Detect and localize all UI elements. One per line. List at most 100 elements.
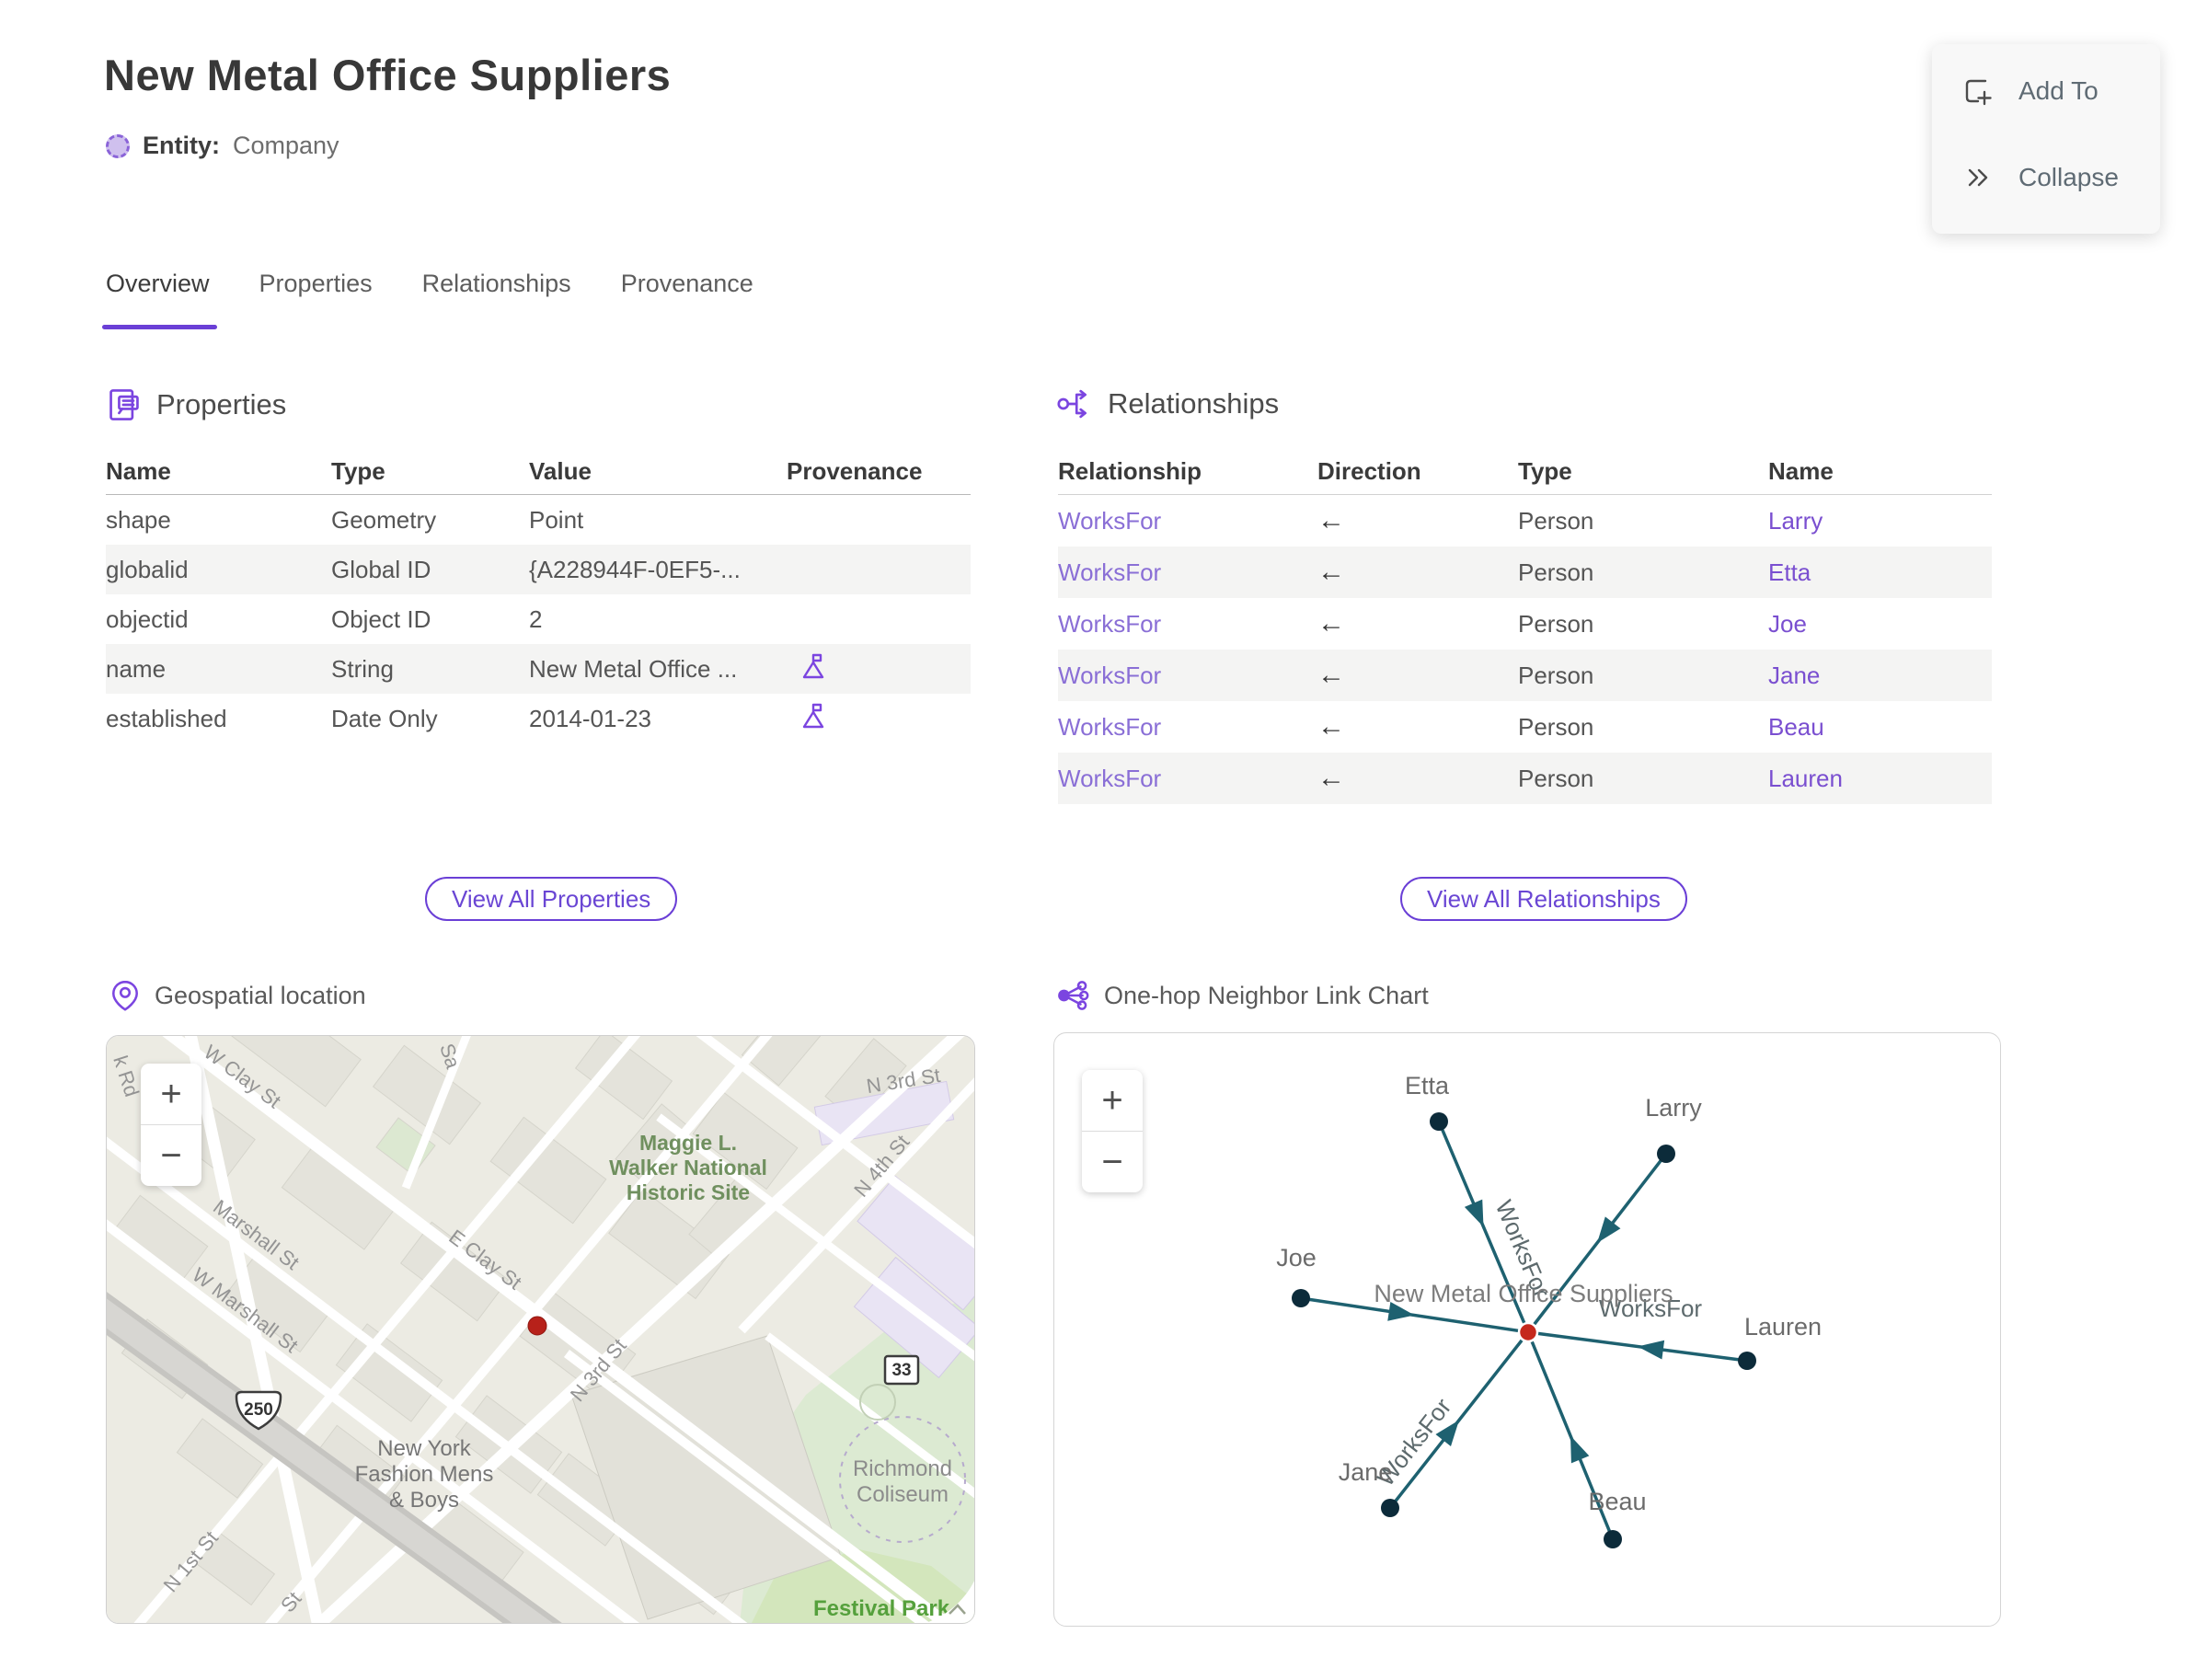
properties-table: Name Type Value Provenance shape Geometr… (106, 448, 971, 743)
center-node-label: New Metal Office Suppliers (1374, 1280, 1673, 1307)
col-header: Provenance (787, 456, 923, 485)
place-label: & Boys (389, 1488, 459, 1513)
tab-provenance[interactable]: Provenance (621, 270, 753, 316)
entity-name-link[interactable]: Joe (1768, 610, 1992, 639)
link-chart-canvas[interactable]: WorksFor WorksFor WorksFor Etta Larry Jo… (1054, 1033, 2001, 1627)
node-larry[interactable] (1657, 1145, 1675, 1163)
node-label-beau: Beau (1588, 1488, 1646, 1515)
tab-overview[interactable]: Overview (102, 270, 217, 329)
node-jane[interactable] (1381, 1499, 1399, 1517)
provenance-flag-icon[interactable] (799, 650, 827, 682)
map-panel: 250 33 k Rd W Clay St Sa Marshall St W M… (106, 1035, 975, 1624)
properties-section-heading: Properties (107, 386, 286, 423)
prop-type: Date Only (331, 704, 438, 732)
relationship-link[interactable]: WorksFor (1058, 610, 1317, 639)
entity-badge-row: Entity: Company (106, 132, 339, 160)
table-row: name String New Metal Office ... (106, 644, 971, 694)
map-route-shield-33: 33 (883, 1354, 920, 1386)
collapse-icon (1968, 168, 1988, 187)
entity-name-link[interactable]: Lauren (1768, 765, 1992, 793)
entity-name-link[interactable]: Beau (1768, 713, 1992, 742)
rel-type: Person (1518, 558, 1594, 586)
tab-properties[interactable]: Properties (259, 270, 373, 316)
place-label: Historic Site (627, 1180, 750, 1204)
entity-type-icon (106, 133, 130, 158)
link-chart-icon (1058, 981, 1089, 1010)
properties-icon (109, 389, 139, 420)
relationship-link[interactable]: WorksFor (1058, 765, 1317, 793)
rel-type: Person (1518, 609, 1594, 638)
map-canvas[interactable]: 250 33 k Rd W Clay St Sa Marshall St W M… (107, 1036, 975, 1624)
place-label: Festival Park (813, 1596, 950, 1621)
table-row: WorksFor ← Person Larry (1058, 495, 1992, 547)
collapse-label: Collapse (2018, 163, 2119, 191)
add-to-button[interactable]: Add To (1960, 74, 2099, 109)
rel-type: Person (1518, 712, 1594, 741)
center-node[interactable] (1517, 1321, 1539, 1343)
direction-arrow: ← (1317, 608, 1345, 639)
relationships-icon (1057, 389, 1087, 419)
node-label-joe: Joe (1276, 1244, 1317, 1272)
entity-name-link[interactable]: Larry (1768, 507, 1992, 535)
col-header: Relationship (1058, 456, 1202, 485)
table-row: WorksFor ← Person Etta (1058, 547, 1992, 598)
linkchart-section-heading: One-hop Neighbor Link Chart (1056, 979, 1429, 1012)
floating-action-panel: Add To Collapse (1932, 44, 2160, 234)
link-chart-panel: WorksFor WorksFor WorksFor Etta Larry Jo… (1053, 1032, 2001, 1627)
relationship-link[interactable]: WorksFor (1058, 558, 1317, 587)
col-header: Name (1768, 456, 1834, 485)
map-zoom-control: + − (141, 1064, 201, 1186)
entity-name-link[interactable]: Etta (1768, 558, 1992, 587)
view-all-properties-button[interactable]: View All Properties (425, 877, 678, 921)
node-joe[interactable] (1292, 1289, 1310, 1307)
node-beau[interactable] (1604, 1530, 1622, 1548)
map-entity-marker[interactable] (527, 1316, 547, 1336)
relationships-heading: Relationships (1108, 387, 1280, 420)
node-etta[interactable] (1430, 1112, 1448, 1131)
col-header: Type (1518, 456, 1572, 485)
relationship-link[interactable]: WorksFor (1058, 713, 1317, 742)
relationships-table-header: Relationship Direction Type Name (1058, 448, 1992, 494)
node-label-larry: Larry (1645, 1094, 1702, 1122)
prop-value: 2014-01-23 (529, 704, 651, 732)
entity-name-link[interactable]: Jane (1768, 662, 1992, 690)
chart-zoom-out-button[interactable]: − (1082, 1131, 1143, 1192)
entity-label: Entity: (143, 132, 220, 159)
tab-relationships[interactable]: Relationships (422, 270, 571, 316)
chart-zoom-in-button[interactable]: + (1082, 1070, 1143, 1131)
relationship-link[interactable]: WorksFor (1058, 662, 1317, 690)
prop-name: established (106, 704, 227, 732)
direction-arrow: ← (1317, 763, 1345, 793)
geospatial-section-heading: Geospatial location (110, 979, 366, 1012)
map-zoom-out-button[interactable]: − (141, 1124, 201, 1186)
collapse-button[interactable]: Collapse (1960, 160, 2119, 195)
col-header: Name (106, 456, 171, 485)
place-label: Coliseum (857, 1482, 949, 1507)
prop-type: Object ID (331, 604, 431, 633)
prop-name: globalid (106, 555, 189, 583)
map-pin-icon (112, 980, 138, 1011)
add-to-label: Add To (2018, 76, 2099, 105)
node-lauren[interactable] (1738, 1352, 1756, 1370)
tab-bar: Overview Properties Relationships Proven… (102, 270, 753, 329)
page-title: New Metal Office Suppliers (104, 51, 672, 99)
provenance-flag-icon[interactable] (799, 700, 827, 731)
prop-type: String (331, 654, 394, 683)
direction-arrow: ← (1317, 711, 1345, 742)
entity-type-value: Company (233, 132, 339, 159)
relationships-table: Relationship Direction Type Name WorksFo… (1058, 448, 1992, 804)
properties-heading: Properties (156, 388, 287, 420)
table-row: WorksFor ← Person Beau (1058, 701, 1992, 753)
prop-name: name (106, 654, 167, 683)
relationships-section-heading: Relationships (1056, 386, 1279, 421)
linkchart-heading: One-hop Neighbor Link Chart (1104, 981, 1429, 1009)
map-zoom-in-button[interactable]: + (141, 1064, 201, 1124)
entity-detail-page: New Metal Office Suppliers Entity: Compa… (0, 0, 2208, 1680)
direction-arrow: ← (1317, 660, 1345, 690)
view-all-relationships-button[interactable]: View All Relationships (1400, 877, 1687, 921)
relationship-link[interactable]: WorksFor (1058, 507, 1317, 535)
col-header: Direction (1317, 456, 1421, 485)
table-row: WorksFor ← Person Lauren (1058, 753, 1992, 804)
rel-type: Person (1518, 506, 1594, 535)
node-label-jane: Jane (1339, 1458, 1393, 1486)
